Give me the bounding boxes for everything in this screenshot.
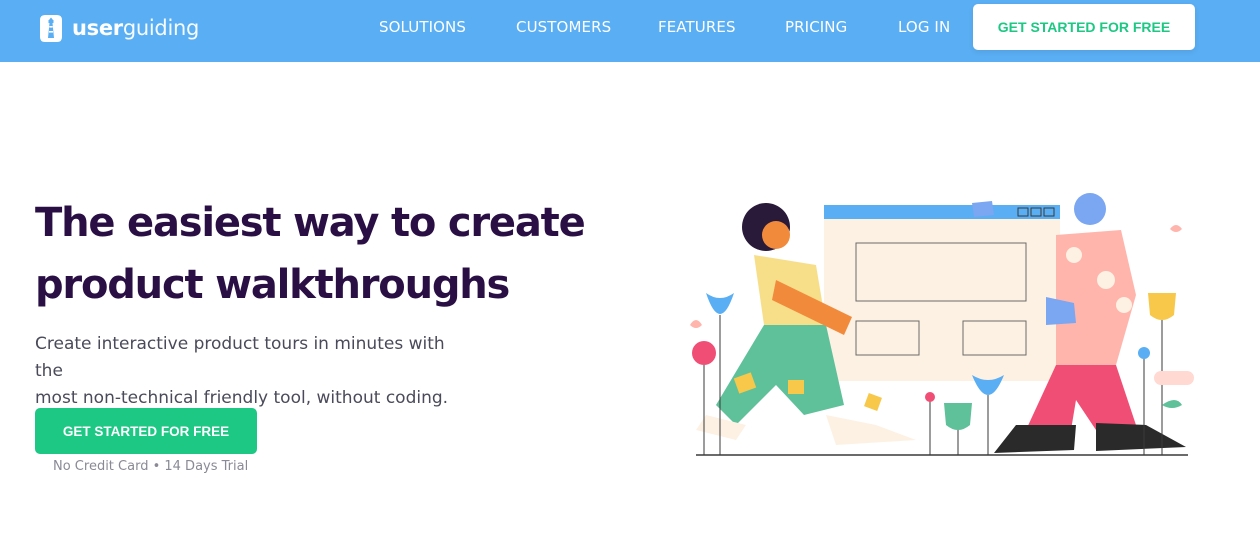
nav-get-started-button[interactable]: GET STARTED FOR FREE <box>973 4 1195 50</box>
browser-window-graphic <box>824 205 1060 381</box>
brand-name-bold: user <box>72 16 123 40</box>
nav-login[interactable]: LOG IN <box>898 18 950 36</box>
hero-illustration <box>690 193 1194 456</box>
hero-subtitle-line1: Create interactive product tours in minu… <box>35 334 445 381</box>
hero-title-line1: The easiest way to create <box>35 200 586 246</box>
top-navbar: userguiding SOLUTIONS CUSTOMERS FEATURES… <box>0 0 1260 62</box>
nav-pricing[interactable]: PRICING <box>785 18 847 36</box>
trial-note: No Credit Card • 14 Days Trial <box>53 459 249 474</box>
nav-features[interactable]: FEATURES <box>658 18 736 36</box>
lighthouse-icon <box>40 15 62 42</box>
nav-customers[interactable]: CUSTOMERS <box>516 18 611 36</box>
nav-solutions[interactable]: SOLUTIONS <box>379 18 466 36</box>
hero-subtitle: Create interactive product tours in minu… <box>35 331 475 412</box>
hero-title: The easiest way to create product walkth… <box>35 192 595 316</box>
brand-logo[interactable]: userguiding <box>34 10 199 46</box>
brand-name-light: guiding <box>122 16 200 40</box>
brand-wordmark: userguiding <box>72 16 199 40</box>
hero-get-started-button[interactable]: GET STARTED FOR FREE <box>35 408 257 454</box>
hero-title-line2: product walkthroughs <box>35 262 510 308</box>
hero-subtitle-line2: most non-technical friendly tool, withou… <box>35 388 449 408</box>
